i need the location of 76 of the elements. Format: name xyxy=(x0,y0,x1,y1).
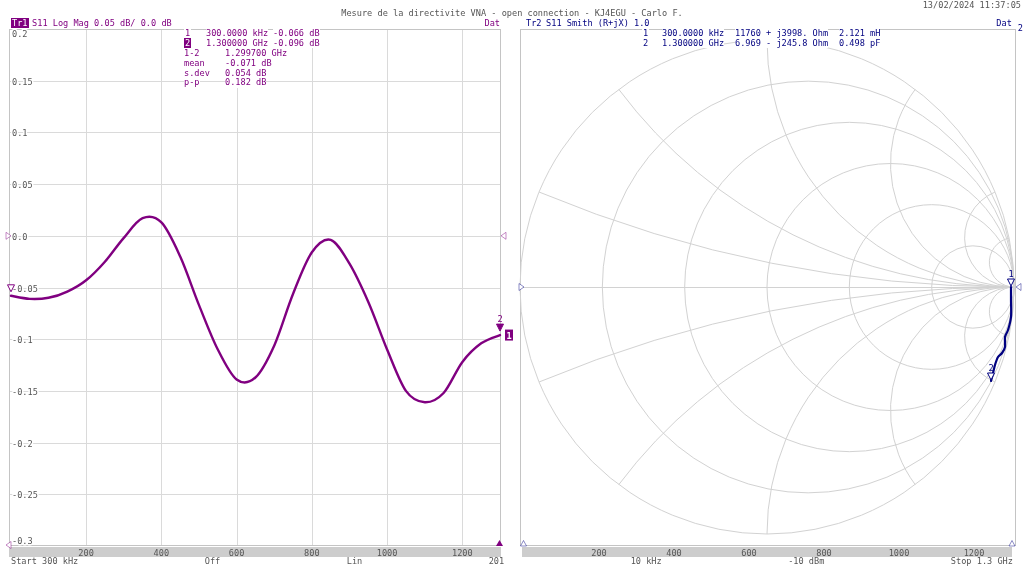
reference-triangle-icon xyxy=(518,283,525,291)
axis-label: -0.15 xyxy=(12,386,38,397)
data-status-label: Dat xyxy=(484,18,500,28)
sweep-triangle-icon xyxy=(1008,540,1016,547)
sweep-triangle-icon xyxy=(5,541,12,549)
marker-equivalent: 2.121 mH xyxy=(839,28,881,38)
trace-label: S11 Smith (R+jX) 1.0 xyxy=(546,18,650,28)
axis-label: -0.2 xyxy=(12,438,33,449)
trace-label: S11 Log Mag 0.05 dB/ 0.0 dB xyxy=(32,18,172,28)
marker-frequency: 300.0000 kHz xyxy=(206,28,269,38)
sweep-triangle-icon xyxy=(520,540,527,547)
axis-label: 0.15 xyxy=(12,76,33,87)
statistic-value: 0.054 dB xyxy=(225,68,267,79)
window-title: Mesure de la directivite VNA - open connection - KJ4EGU - Carlo F. xyxy=(341,8,683,18)
marker-triangle-icon xyxy=(987,372,995,381)
status-label: 10 kHz xyxy=(630,557,662,566)
status-label: Start 300 kHz xyxy=(11,557,79,566)
axis-label: 400 xyxy=(666,547,682,558)
axis-label: 0.1 xyxy=(12,128,28,139)
status-label: 201 xyxy=(488,557,505,566)
status-label: Lin xyxy=(346,557,363,566)
marker-reading: 6.969 - j245.8 Ohm xyxy=(735,38,829,48)
axis-label: -0.25 xyxy=(12,490,38,501)
marker-reading: -0.096 dB xyxy=(273,38,320,48)
status-label: -10 dBm xyxy=(788,557,825,566)
axis-label: -0.3 xyxy=(12,536,33,546)
marker-triangle-icon xyxy=(1007,278,1015,287)
statistic-label: 1-2 xyxy=(184,49,200,59)
axis-label: 800 xyxy=(304,547,320,558)
marker-reading: -0.066 dB xyxy=(273,28,320,38)
trace-tab[interactable]: Tr2 xyxy=(525,18,543,28)
statistic-value: -0.071 dB xyxy=(225,59,272,69)
axis-label: 200 xyxy=(78,547,94,558)
axis-label: -0.1 xyxy=(12,335,33,346)
axis-label: 1200 xyxy=(963,547,985,558)
axis-label: 600 xyxy=(741,547,757,558)
marker-frequency: 1.300000 GHz xyxy=(662,38,725,48)
marker-frequency: 300.0000 kHz xyxy=(662,28,725,38)
marker-flag-label: 1 xyxy=(1008,269,1014,279)
marker-number[interactable]: 2 xyxy=(642,38,650,48)
axis-label: 800 xyxy=(816,547,832,558)
trace-number-badge: 1 xyxy=(505,329,513,341)
timestamp: 13/02/2024 11:37:05 xyxy=(922,0,1022,10)
statistic-label: p-p xyxy=(184,78,200,88)
statistic-label: s.dev xyxy=(184,68,210,79)
statistic-value: 0.182 dB xyxy=(225,78,267,88)
marker-triangle-icon xyxy=(7,284,15,293)
marker-flag-label: 2 xyxy=(988,363,994,373)
corner-label: 2 xyxy=(1017,23,1023,33)
marker-triangle-icon xyxy=(496,323,504,332)
axis-label: 1000 xyxy=(376,547,398,558)
status-label: Stop 1.3 GHz xyxy=(950,557,1013,566)
trace-tab[interactable]: Tr1 xyxy=(11,18,29,28)
axis-label: 1000 xyxy=(888,547,910,558)
statistic-label: mean xyxy=(184,59,205,69)
marker-flag-label: 2 xyxy=(497,314,503,325)
status-label: Off xyxy=(204,557,221,566)
marker-number[interactable]: 2 xyxy=(184,38,192,48)
axis-label: 400 xyxy=(153,547,170,558)
statistic-value: 1.299700 GHz xyxy=(225,49,288,59)
axis-label: 0.0 xyxy=(12,231,28,242)
marker-number[interactable]: 1 xyxy=(184,28,192,38)
sweep-triangle-icon xyxy=(496,540,503,546)
axis-label: 200 xyxy=(591,547,607,558)
reference-triangle-icon xyxy=(500,231,507,240)
marker-reading: 11760 + j3998. Ohm xyxy=(735,28,829,38)
axis-label: 1200 xyxy=(452,547,473,558)
axis-label: 0.2 xyxy=(12,29,28,39)
data-status-label: Dat xyxy=(996,18,1012,28)
axis-label: -0.05 xyxy=(12,283,38,294)
marker-number[interactable]: 1 xyxy=(642,28,650,38)
marker-frequency: 1.300000 GHz xyxy=(206,38,269,48)
marker-equivalent: 0.498 pF xyxy=(839,38,881,48)
axis-label: 600 xyxy=(228,547,245,558)
reference-triangle-icon xyxy=(5,231,12,240)
axis-label: 0.05 xyxy=(12,180,33,191)
